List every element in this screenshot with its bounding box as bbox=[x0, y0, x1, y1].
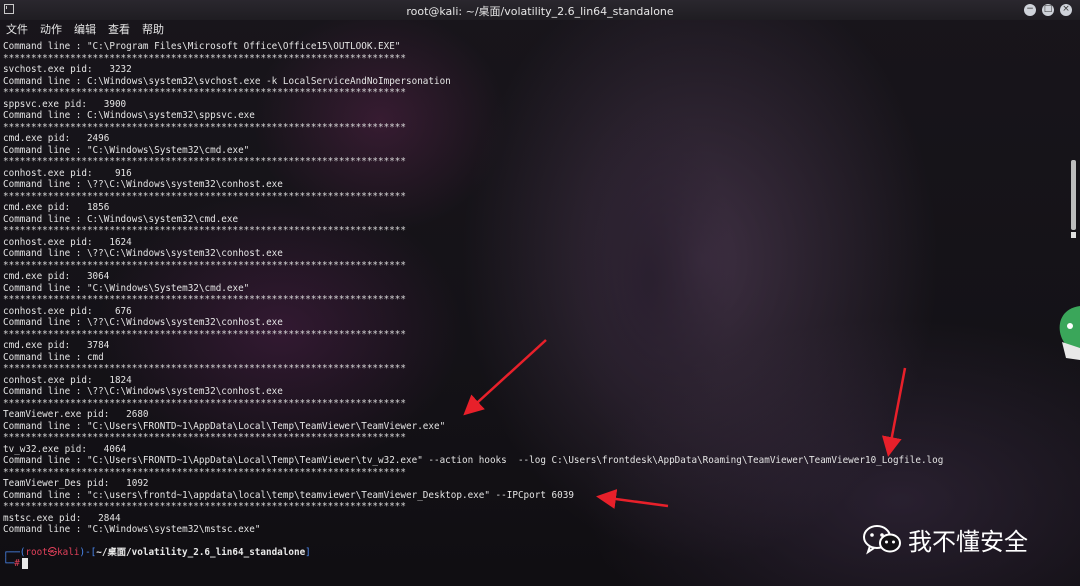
terminal-line: Command line : "c:\users\frontd~1\appdat… bbox=[3, 489, 574, 501]
separator-line: ****************************************… bbox=[3, 294, 406, 305]
maximize-icon: □ bbox=[1043, 4, 1053, 14]
terminal-line: conhost.exe pid: 916 bbox=[3, 167, 132, 179]
maximize-button[interactable]: □ bbox=[1042, 4, 1054, 16]
prompt-frame-close: ] bbox=[305, 547, 311, 558]
close-button[interactable]: × bbox=[1060, 4, 1072, 16]
terminal-window: root@kali: ~/桌面/volatility_2.6_lin64_sta… bbox=[0, 0, 1080, 586]
prompt-path: ~/桌面/volatility_2.6_lin64_standalone bbox=[96, 547, 306, 558]
terminal-line: conhost.exe pid: 1624 bbox=[3, 236, 132, 248]
separator-line: ****************************************… bbox=[3, 190, 406, 202]
separator-line: ****************************************… bbox=[3, 501, 406, 512]
minimize-icon: − bbox=[1026, 4, 1034, 14]
terminal-line: Command line : "C:\Windows\System32\cmd.… bbox=[3, 144, 250, 156]
wechat-icon bbox=[863, 524, 901, 554]
terminal-line: Command line : "C:\Program Files\Microso… bbox=[3, 41, 401, 52]
watermark: 我不懂安全 bbox=[862, 522, 1028, 557]
terminal-line: Command line : C:\Windows\system32\sppsv… bbox=[3, 110, 255, 121]
prompt-frame-open: ┌──( bbox=[3, 547, 26, 558]
terminal-line: cmd.exe pid: 1856 bbox=[3, 202, 110, 213]
terminal-line: TeamViewer_Des pid: 1092 bbox=[3, 478, 149, 489]
terminal-line: cmd.exe pid: 3064 bbox=[3, 271, 110, 282]
separator-line: ****************************************… bbox=[3, 52, 406, 64]
terminal-line: Command line : "C:\Users\FRONTD~1\AppDat… bbox=[3, 455, 944, 466]
title-bar[interactable]: root@kali: ~/桌面/volatility_2.6_lin64_sta… bbox=[0, 0, 1080, 20]
separator-line: ****************************************… bbox=[3, 121, 406, 133]
prompt-symbol: # bbox=[14, 558, 20, 569]
terminal-line: sppsvc.exe pid: 3900 bbox=[3, 98, 127, 110]
separator-line: ****************************************… bbox=[3, 259, 406, 271]
menu-file[interactable]: 文件 bbox=[6, 20, 28, 39]
terminal-line: cmd.exe pid: 2496 bbox=[3, 133, 110, 144]
terminal-line: Command line : cmd bbox=[3, 351, 104, 363]
separator-line: ****************************************… bbox=[3, 466, 406, 478]
window-title: root@kali: ~/桌面/volatility_2.6_lin64_sta… bbox=[406, 5, 674, 18]
terminal-line: Command line : "C:\Windows\System32\cmd.… bbox=[3, 282, 250, 294]
terminal-line: svchost.exe pid: 3232 bbox=[3, 64, 132, 75]
terminal-line: Command line : "C:\Users\FRONTD~1\AppDat… bbox=[3, 420, 446, 432]
separator-line: ****************************************… bbox=[3, 225, 406, 236]
terminal-line: conhost.exe pid: 1824 bbox=[3, 374, 132, 386]
terminal-line: tv_w32.exe pid: 4064 bbox=[3, 443, 127, 455]
prompt-input-line[interactable]: └─# bbox=[3, 558, 28, 570]
terminal-line: TeamViewer.exe pid: 2680 bbox=[3, 409, 149, 420]
scrollbar[interactable] bbox=[1071, 160, 1076, 230]
scrollbar-marker bbox=[1071, 232, 1076, 238]
prompt-user-host: root㉿kali bbox=[25, 547, 80, 558]
terminal-line: Command line : \??\C:\Windows\system32\c… bbox=[3, 179, 283, 190]
minimize-button[interactable]: − bbox=[1024, 4, 1036, 16]
separator-line: ****************************************… bbox=[3, 363, 406, 374]
android-sticker-icon bbox=[1059, 306, 1080, 360]
separator-line: ****************************************… bbox=[3, 87, 406, 98]
terminal-line: Command line : \??\C:\Windows\system32\c… bbox=[3, 317, 283, 328]
terminal-line: cmd.exe pid: 3784 bbox=[3, 340, 110, 351]
menu-action[interactable]: 动作 bbox=[40, 20, 62, 39]
separator-line: ****************************************… bbox=[3, 328, 406, 340]
terminal-line: Command line : C:\Windows\system32\svcho… bbox=[3, 75, 451, 87]
menu-edit[interactable]: 编辑 bbox=[74, 20, 96, 39]
terminal-output[interactable]: Command line : "C:\Program Files\Microso… bbox=[3, 41, 1053, 536]
text-cursor bbox=[21, 558, 28, 569]
terminal-line: conhost.exe pid: 676 bbox=[3, 305, 132, 317]
separator-line: ****************************************… bbox=[3, 156, 406, 167]
close-icon: × bbox=[1062, 4, 1070, 14]
terminal-line: Command line : C:\Windows\system32\cmd.e… bbox=[3, 213, 239, 225]
terminal-line: Command line : \??\C:\Windows\system32\c… bbox=[3, 386, 283, 397]
prompt-line: ┌──(root㉿kali)-[~/桌面/volatility_2.6_lin6… bbox=[3, 547, 311, 559]
separator-line: ****************************************… bbox=[3, 432, 406, 443]
separator-line: ****************************************… bbox=[3, 397, 406, 409]
watermark-text: 我不懂安全 bbox=[908, 528, 1028, 556]
menu-help[interactable]: 帮助 bbox=[142, 20, 164, 39]
menu-view[interactable]: 查看 bbox=[108, 20, 130, 39]
prompt-frame-mid: )-[ bbox=[79, 547, 97, 558]
menu-bar: 文件 动作 编辑 查看 帮助 bbox=[0, 20, 1080, 39]
prompt-prefix: └─ bbox=[3, 558, 15, 569]
terminal-line: Command line : \??\C:\Windows\system32\c… bbox=[3, 248, 283, 259]
